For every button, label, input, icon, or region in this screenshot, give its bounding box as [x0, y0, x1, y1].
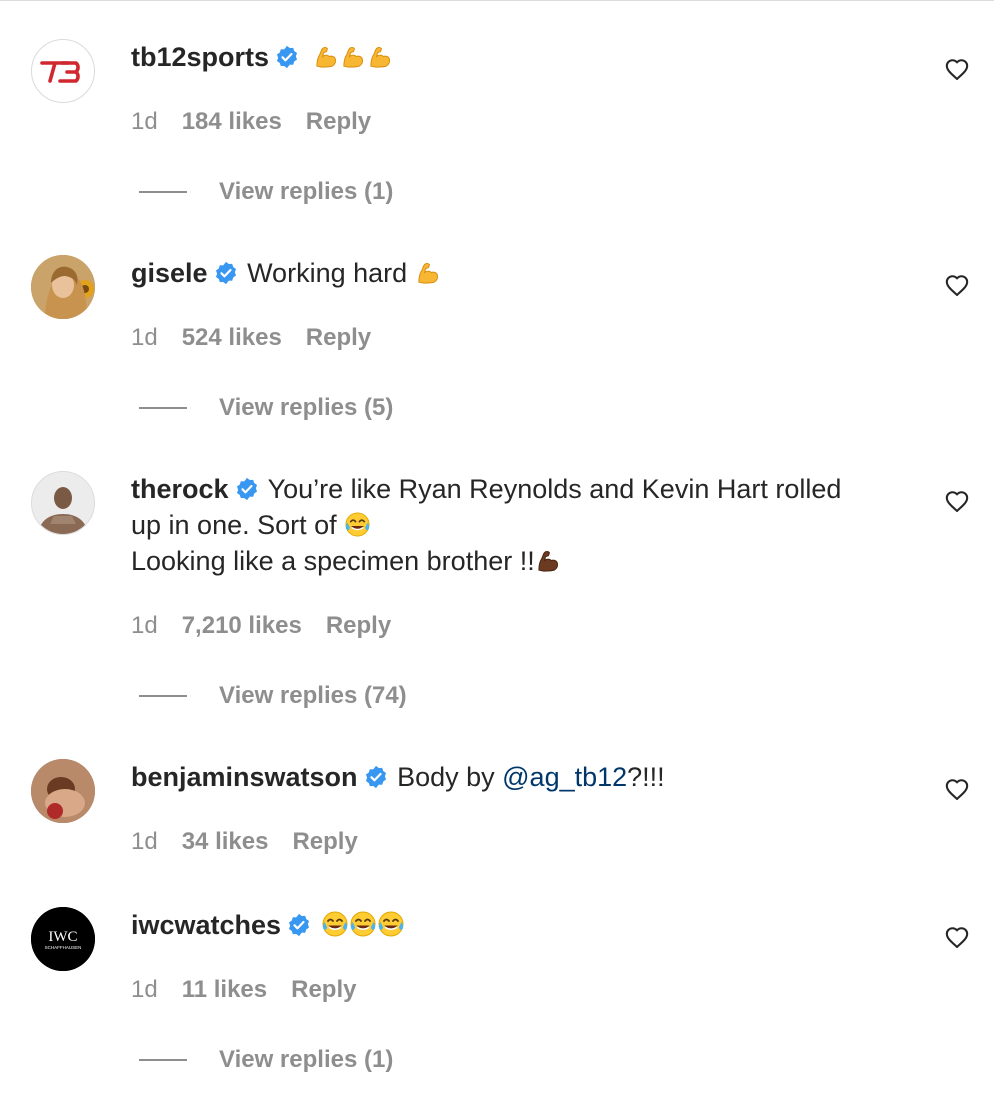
comment-time: 1d	[131, 828, 158, 855]
like-heart-icon[interactable]	[944, 924, 970, 950]
emoji-group	[313, 42, 394, 72]
view-replies-button[interactable]: View replies (5)	[139, 393, 393, 423]
comment-time: 1d	[131, 976, 158, 1003]
comment-text-line3: Looking like a specimen brother !!	[131, 546, 535, 576]
tears-of-joy-emoji	[321, 910, 349, 938]
comment-body: benjaminswatson Body by @ag_tb12?!!!	[131, 759, 911, 795]
likes-count[interactable]: 524 likes	[182, 323, 282, 353]
comment-meta: 1d 11 likes Reply	[131, 975, 356, 1005]
like-heart-icon[interactable]	[944, 272, 970, 298]
username-link[interactable]: iwcwatches	[131, 910, 281, 940]
reply-button[interactable]: Reply	[306, 107, 371, 137]
reply-button[interactable]: Reply	[306, 323, 371, 353]
view-replies-button[interactable]: View replies (1)	[139, 1045, 393, 1075]
comment-text-line1: You’re like Ryan Reynolds and Kevin Hart…	[267, 474, 842, 504]
flexed-biceps-emoji	[313, 43, 340, 70]
mention-link[interactable]: @ag_tb12	[502, 762, 627, 792]
view-replies-label: View replies (5)	[219, 394, 394, 421]
flexed-biceps-emoji	[535, 547, 562, 574]
divider-line	[139, 407, 187, 409]
view-replies-button[interactable]: View replies (74)	[139, 681, 407, 711]
likes-count[interactable]: 11 likes	[182, 975, 267, 1005]
comments-list: tb12sports 1d 184 likes Reply View repli…	[0, 0, 994, 1118]
like-heart-icon[interactable]	[944, 776, 970, 802]
comment-meta: 1d 34 likes Reply	[131, 827, 358, 857]
verified-badge-icon	[364, 765, 388, 789]
username-link[interactable]: therock	[131, 474, 229, 504]
comment-time: 1d	[131, 612, 158, 639]
username-link[interactable]: gisele	[131, 258, 208, 288]
view-replies-label: View replies (1)	[219, 1046, 394, 1073]
comment-meta: 1d 184 likes Reply	[131, 107, 371, 137]
comment-meta: 1d 7,210 likes Reply	[131, 611, 391, 641]
tears-of-joy-emoji	[349, 910, 377, 938]
verified-badge-icon	[287, 913, 311, 937]
divider-line	[139, 695, 187, 697]
flexed-biceps-emoji	[367, 43, 394, 70]
avatar[interactable]	[31, 471, 95, 535]
flexed-biceps-emoji	[415, 259, 442, 286]
flexed-biceps-emoji	[340, 43, 367, 70]
comment-time: 1d	[131, 324, 158, 351]
comment-body: iwcwatches	[131, 907, 911, 943]
comment-meta: 1d 524 likes Reply	[131, 323, 371, 353]
username-link[interactable]: tb12sports	[131, 42, 269, 72]
view-replies-label: View replies (1)	[219, 178, 394, 205]
tears-of-joy-emoji	[344, 511, 371, 538]
reply-button[interactable]: Reply	[326, 611, 391, 641]
divider-line	[139, 191, 187, 193]
comment-time: 1d	[131, 108, 158, 135]
likes-count[interactable]: 34 likes	[182, 827, 269, 857]
verified-badge-icon	[214, 261, 238, 285]
avatar[interactable]	[31, 255, 95, 319]
comment-body: therock You’re like Ryan Reynolds and Ke…	[131, 471, 911, 579]
iwc-logo-subtitle: SCHAFFHAUSEN	[45, 945, 82, 950]
username-link[interactable]: benjaminswatson	[131, 762, 358, 792]
iwc-logo: IWC	[48, 929, 77, 945]
tb12-logo	[40, 61, 80, 83]
avatar[interactable]: IWC SCHAFFHAUSEN	[31, 907, 95, 971]
like-heart-icon[interactable]	[944, 488, 970, 514]
like-heart-icon[interactable]	[944, 56, 970, 82]
avatar[interactable]	[31, 39, 95, 103]
tears-of-joy-emoji	[377, 910, 405, 938]
reply-button[interactable]: Reply	[292, 827, 357, 857]
comment-body: tb12sports	[131, 39, 911, 75]
likes-count[interactable]: 184 likes	[182, 107, 282, 137]
view-replies-button[interactable]: View replies (1)	[139, 177, 393, 207]
divider-line	[139, 1059, 187, 1061]
comment-body: gisele Working hard	[131, 255, 911, 291]
verified-badge-icon	[235, 477, 259, 501]
view-replies-label: View replies (74)	[219, 682, 407, 709]
likes-count[interactable]: 7,210 likes	[182, 611, 302, 641]
avatar[interactable]	[31, 759, 95, 823]
comment-text: Working hard	[247, 258, 408, 288]
comment-text-after: ?!!!	[627, 762, 665, 792]
verified-badge-icon	[275, 45, 299, 69]
emoji-group	[321, 910, 405, 940]
reply-button[interactable]: Reply	[291, 975, 356, 1005]
comment-text-line2: up in one. Sort of	[131, 510, 337, 540]
comment-text: Body by	[397, 762, 495, 792]
